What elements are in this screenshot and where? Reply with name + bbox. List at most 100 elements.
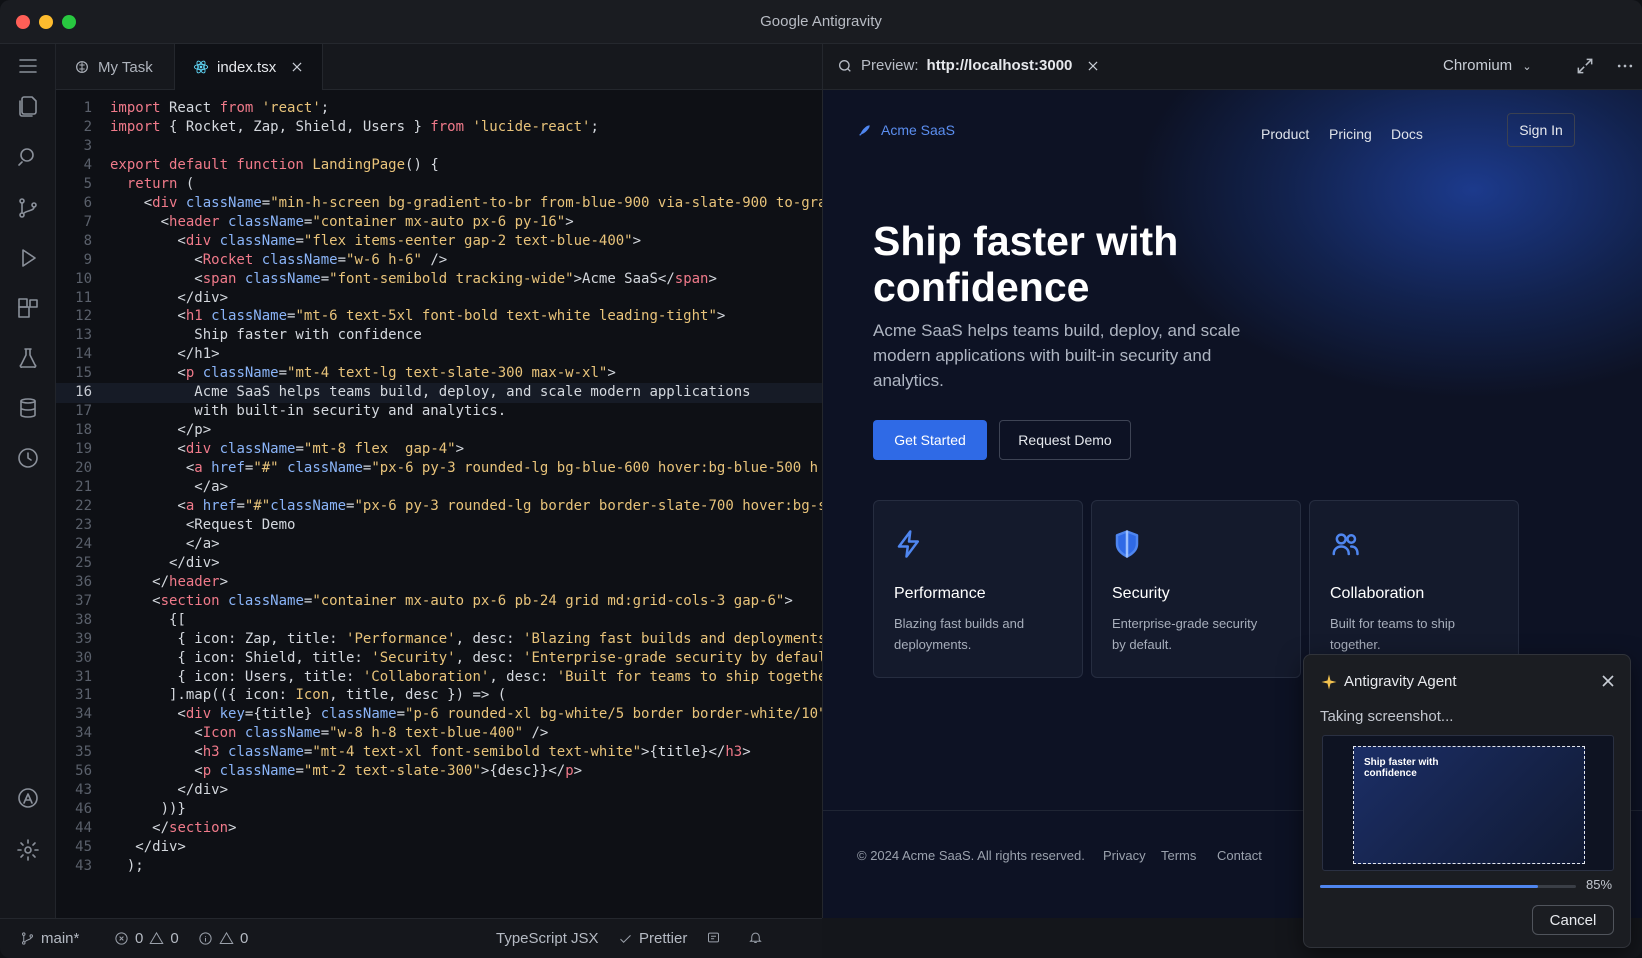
- tab-my-task[interactable]: My Task: [56, 44, 171, 90]
- line-number: 19: [75, 441, 92, 458]
- code-line[interactable]: 23 <Request Demo: [56, 516, 822, 536]
- database-icon[interactable]: [14, 394, 42, 422]
- code-line[interactable]: 34 <div key={title} className="p-6 round…: [56, 705, 822, 725]
- line-code: <h1 className="mt-6 text-5xl font-bold t…: [110, 308, 726, 325]
- code-line[interactable]: 14 </h1>: [56, 345, 822, 365]
- code-line[interactable]: 43 </div>: [56, 781, 822, 801]
- cancel-button[interactable]: Cancel: [1532, 905, 1614, 935]
- preview-tab[interactable]: Preview: http://localhost:3000: [837, 57, 1100, 74]
- code-line[interactable]: 16 Acme SaaS helps teams build, deploy, …: [56, 383, 822, 404]
- feature-desc: Enterprise-grade security by default.: [1112, 616, 1258, 652]
- line-code: ].map(({ icon: Icon, title, desc }) => (: [110, 687, 507, 704]
- info-indicator[interactable]: 0: [198, 930, 248, 947]
- zap-icon: [897, 530, 919, 558]
- code-line[interactable]: 38 {[: [56, 611, 822, 631]
- code-line[interactable]: 7 <header className="container mx-auto p…: [56, 213, 822, 233]
- line-code: <section className="container mx-auto px…: [110, 592, 793, 609]
- line-code: </div>: [110, 289, 229, 306]
- request-demo-button[interactable]: Request Demo: [999, 420, 1131, 460]
- code-line[interactable]: 56 <p className="mt-2 text-slate-300">{d…: [56, 762, 822, 782]
- footer-link-privacy[interactable]: Privacy: [1103, 848, 1146, 863]
- code-line[interactable]: 31 { icon: Users, title: 'Collaboration'…: [56, 668, 822, 688]
- line-code: </a>: [110, 479, 229, 495]
- get-started-button[interactable]: Get Started: [873, 420, 987, 460]
- expand-icon[interactable]: [1575, 56, 1595, 76]
- code-line[interactable]: 35 <h3 className="mt-4 text-xl font-semi…: [56, 743, 822, 763]
- code-line[interactable]: 17 with built-in security and analytics.: [56, 402, 822, 422]
- code-line[interactable]: 18 </p>: [56, 421, 822, 441]
- alert-icon: [219, 931, 234, 944]
- close-tab-icon[interactable]: [290, 60, 304, 74]
- code-line[interactable]: 15 <p className="mt-4 text-lg text-slate…: [56, 364, 822, 384]
- agent-panel: Antigravity Agent Taking screenshot... S…: [1303, 654, 1631, 948]
- line-code: Acme SaaS helps teams build, deploy, and…: [110, 384, 751, 401]
- line-number: 21: [75, 479, 92, 495]
- chevron-down-icon: ⌄: [1522, 61, 1532, 73]
- users-icon: [1332, 533, 1359, 556]
- code-line[interactable]: 21 </a>: [56, 478, 822, 498]
- code-line[interactable]: 46 ))}: [56, 800, 822, 820]
- code-line[interactable]: 12 <h1 className="mt-6 text-5xl font-bol…: [56, 307, 822, 327]
- formatter-indicator[interactable]: Prettier: [618, 930, 687, 947]
- code-line[interactable]: 2 import { Rocket, Zap, Shield, Users } f…: [56, 118, 822, 138]
- sign-in-button[interactable]: Sign In: [1507, 113, 1575, 147]
- search-icon[interactable]: [14, 142, 42, 170]
- problems-indicator[interactable]: 0 0: [114, 930, 179, 947]
- history-icon[interactable]: [14, 444, 42, 472]
- code-line[interactable]: 45 </div>: [56, 838, 822, 858]
- code-line[interactable]: 43 );: [56, 857, 822, 877]
- feedback-icon[interactable]: [706, 930, 721, 945]
- footer-link-contact[interactable]: Contact: [1217, 848, 1262, 863]
- code-line[interactable]: 13 Ship faster with confidence: [56, 326, 822, 346]
- code-line[interactable]: 22 <a href="#"className="px-6 py-3 round…: [56, 497, 822, 517]
- line-number: 46: [75, 801, 92, 818]
- code-editor[interactable]: 1 import React from 'react'; 2 import { Roc…: [56, 90, 822, 918]
- branch-indicator[interactable]: main*: [20, 930, 79, 947]
- menu-icon[interactable]: [14, 52, 42, 80]
- site-logo[interactable]: Acme SaaS: [857, 122, 955, 138]
- footer-link-terms[interactable]: Terms: [1161, 848, 1196, 863]
- tab-label: My Task: [98, 58, 153, 76]
- run-debug-icon[interactable]: [14, 244, 42, 272]
- code-line[interactable]: 4 export default function LandingPage() {: [56, 156, 822, 176]
- code-line[interactable]: 37 <section className="container mx-auto…: [56, 592, 822, 612]
- close-preview-icon[interactable]: [1086, 59, 1100, 73]
- line-number: 23: [75, 516, 92, 533]
- extensions-icon[interactable]: [14, 294, 42, 322]
- code-line[interactable]: 9 <Rocket className="w-6 h-6" />: [56, 251, 822, 271]
- language-mode[interactable]: TypeScript JSX: [496, 930, 599, 947]
- more-options-icon[interactable]: [1615, 56, 1635, 76]
- bell-icon[interactable]: [748, 930, 763, 945]
- line-number: 5: [83, 175, 92, 192]
- settings-gear-icon[interactable]: [14, 836, 42, 864]
- tab-index-tsx[interactable]: index.tsx: [174, 44, 324, 90]
- nav-product[interactable]: Product: [1261, 126, 1309, 142]
- account-icon[interactable]: [14, 784, 42, 812]
- close-icon[interactable]: [1598, 671, 1618, 691]
- code-line[interactable]: 8 <div className="flex items-eenter gap-…: [56, 232, 822, 252]
- code-line[interactable]: 5 return (: [56, 175, 822, 195]
- code-line[interactable]: 30 { icon: Shield, title: 'Security', de…: [56, 649, 822, 669]
- source-control-icon[interactable]: [14, 194, 42, 222]
- code-line[interactable]: 44 </section>: [56, 819, 822, 839]
- nav-docs[interactable]: Docs: [1391, 126, 1423, 142]
- code-line[interactable]: 31 ].map(({ icon: Icon, title, desc }) =…: [56, 686, 822, 706]
- nav-pricing[interactable]: Pricing: [1329, 126, 1372, 142]
- code-line[interactable]: 10 <span className="font-semibold tracki…: [56, 270, 822, 290]
- code-line[interactable]: 24 </a>: [56, 535, 822, 555]
- browser-select[interactable]: Chromium ⌄: [1443, 57, 1532, 74]
- site-brand: Acme SaaS: [881, 122, 955, 138]
- code-line[interactable]: 1 import React from 'react';: [56, 99, 822, 119]
- line-number: 39: [75, 630, 92, 647]
- code-line[interactable]: 34 <Icon className="w-8 h-8 text-blue-40…: [56, 724, 822, 744]
- flask-icon[interactable]: [14, 344, 42, 372]
- code-line[interactable]: 20 <a href="#" className="px-6 py-3 roun…: [56, 459, 822, 479]
- code-line[interactable]: 3: [56, 137, 822, 157]
- code-line[interactable]: 19 <div className="mt-8 flex gap-4">: [56, 440, 822, 460]
- code-line[interactable]: 6 <div className="min-h-screen bg-gradie…: [56, 194, 822, 214]
- code-line[interactable]: 25 </div>: [56, 554, 822, 574]
- code-line[interactable]: 11 </div>: [56, 289, 822, 309]
- code-line[interactable]: 39 { icon: Zap, title: 'Performance', de…: [56, 630, 822, 650]
- code-line[interactable]: 36 </header>: [56, 573, 822, 593]
- explorer-icon[interactable]: [14, 92, 42, 120]
